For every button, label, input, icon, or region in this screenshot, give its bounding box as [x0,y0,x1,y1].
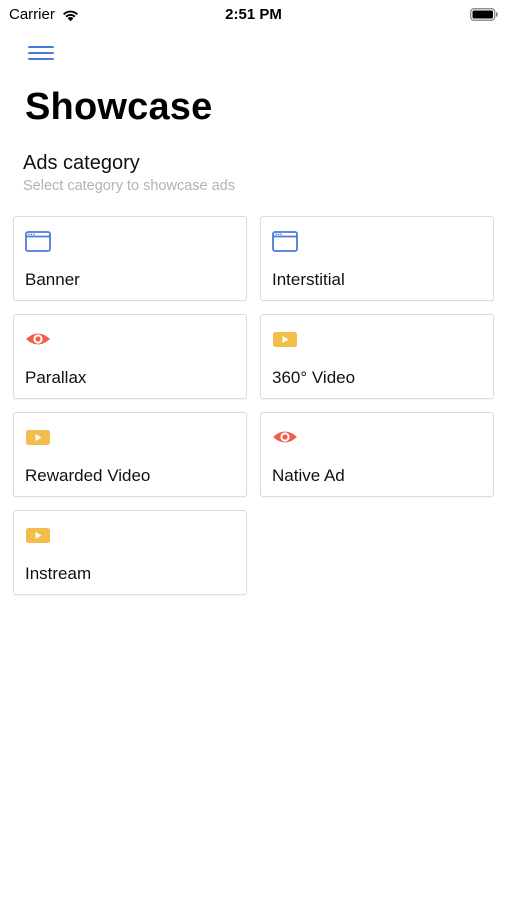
category-label: Rewarded Video [25,466,151,485]
category-card-banner[interactable]: Banner [13,216,247,301]
eye-icon [273,431,297,443]
category-label: 360° Video [272,368,356,387]
category-grid: Banner Interstitial Parallax 360° Video [13,216,495,595]
menu-button[interactable] [26,43,56,63]
section-subtitle: Select category to showcase ads [23,178,235,194]
category-card-rewarded-video[interactable]: Rewarded Video [13,412,247,497]
battery-icon [470,8,498,21]
category-label: Banner [25,270,80,289]
category-card-native-ad[interactable]: Native Ad [260,412,494,497]
category-label: Native Ad [272,466,345,485]
category-card-instream[interactable]: Instream [13,510,247,595]
category-label: Instream [25,564,92,583]
category-card-parallax[interactable]: Parallax [13,314,247,399]
category-card-360-video[interactable]: 360° Video [260,314,494,399]
browser-window-icon [25,231,51,252]
video-play-icon [273,332,297,347]
section-title: Ads category [23,152,140,174]
category-card-interstitial[interactable]: Interstitial [260,216,494,301]
status-time: 2:51 PM [225,6,282,23]
eye-icon [26,333,50,345]
page-title: Showcase [25,86,213,128]
video-play-icon [26,528,50,543]
category-label: Interstitial [272,270,345,289]
category-label: Parallax [25,368,87,387]
browser-window-icon [272,231,298,252]
video-play-icon [26,430,50,445]
status-bar: Carrier 2:51 PM [0,0,507,30]
